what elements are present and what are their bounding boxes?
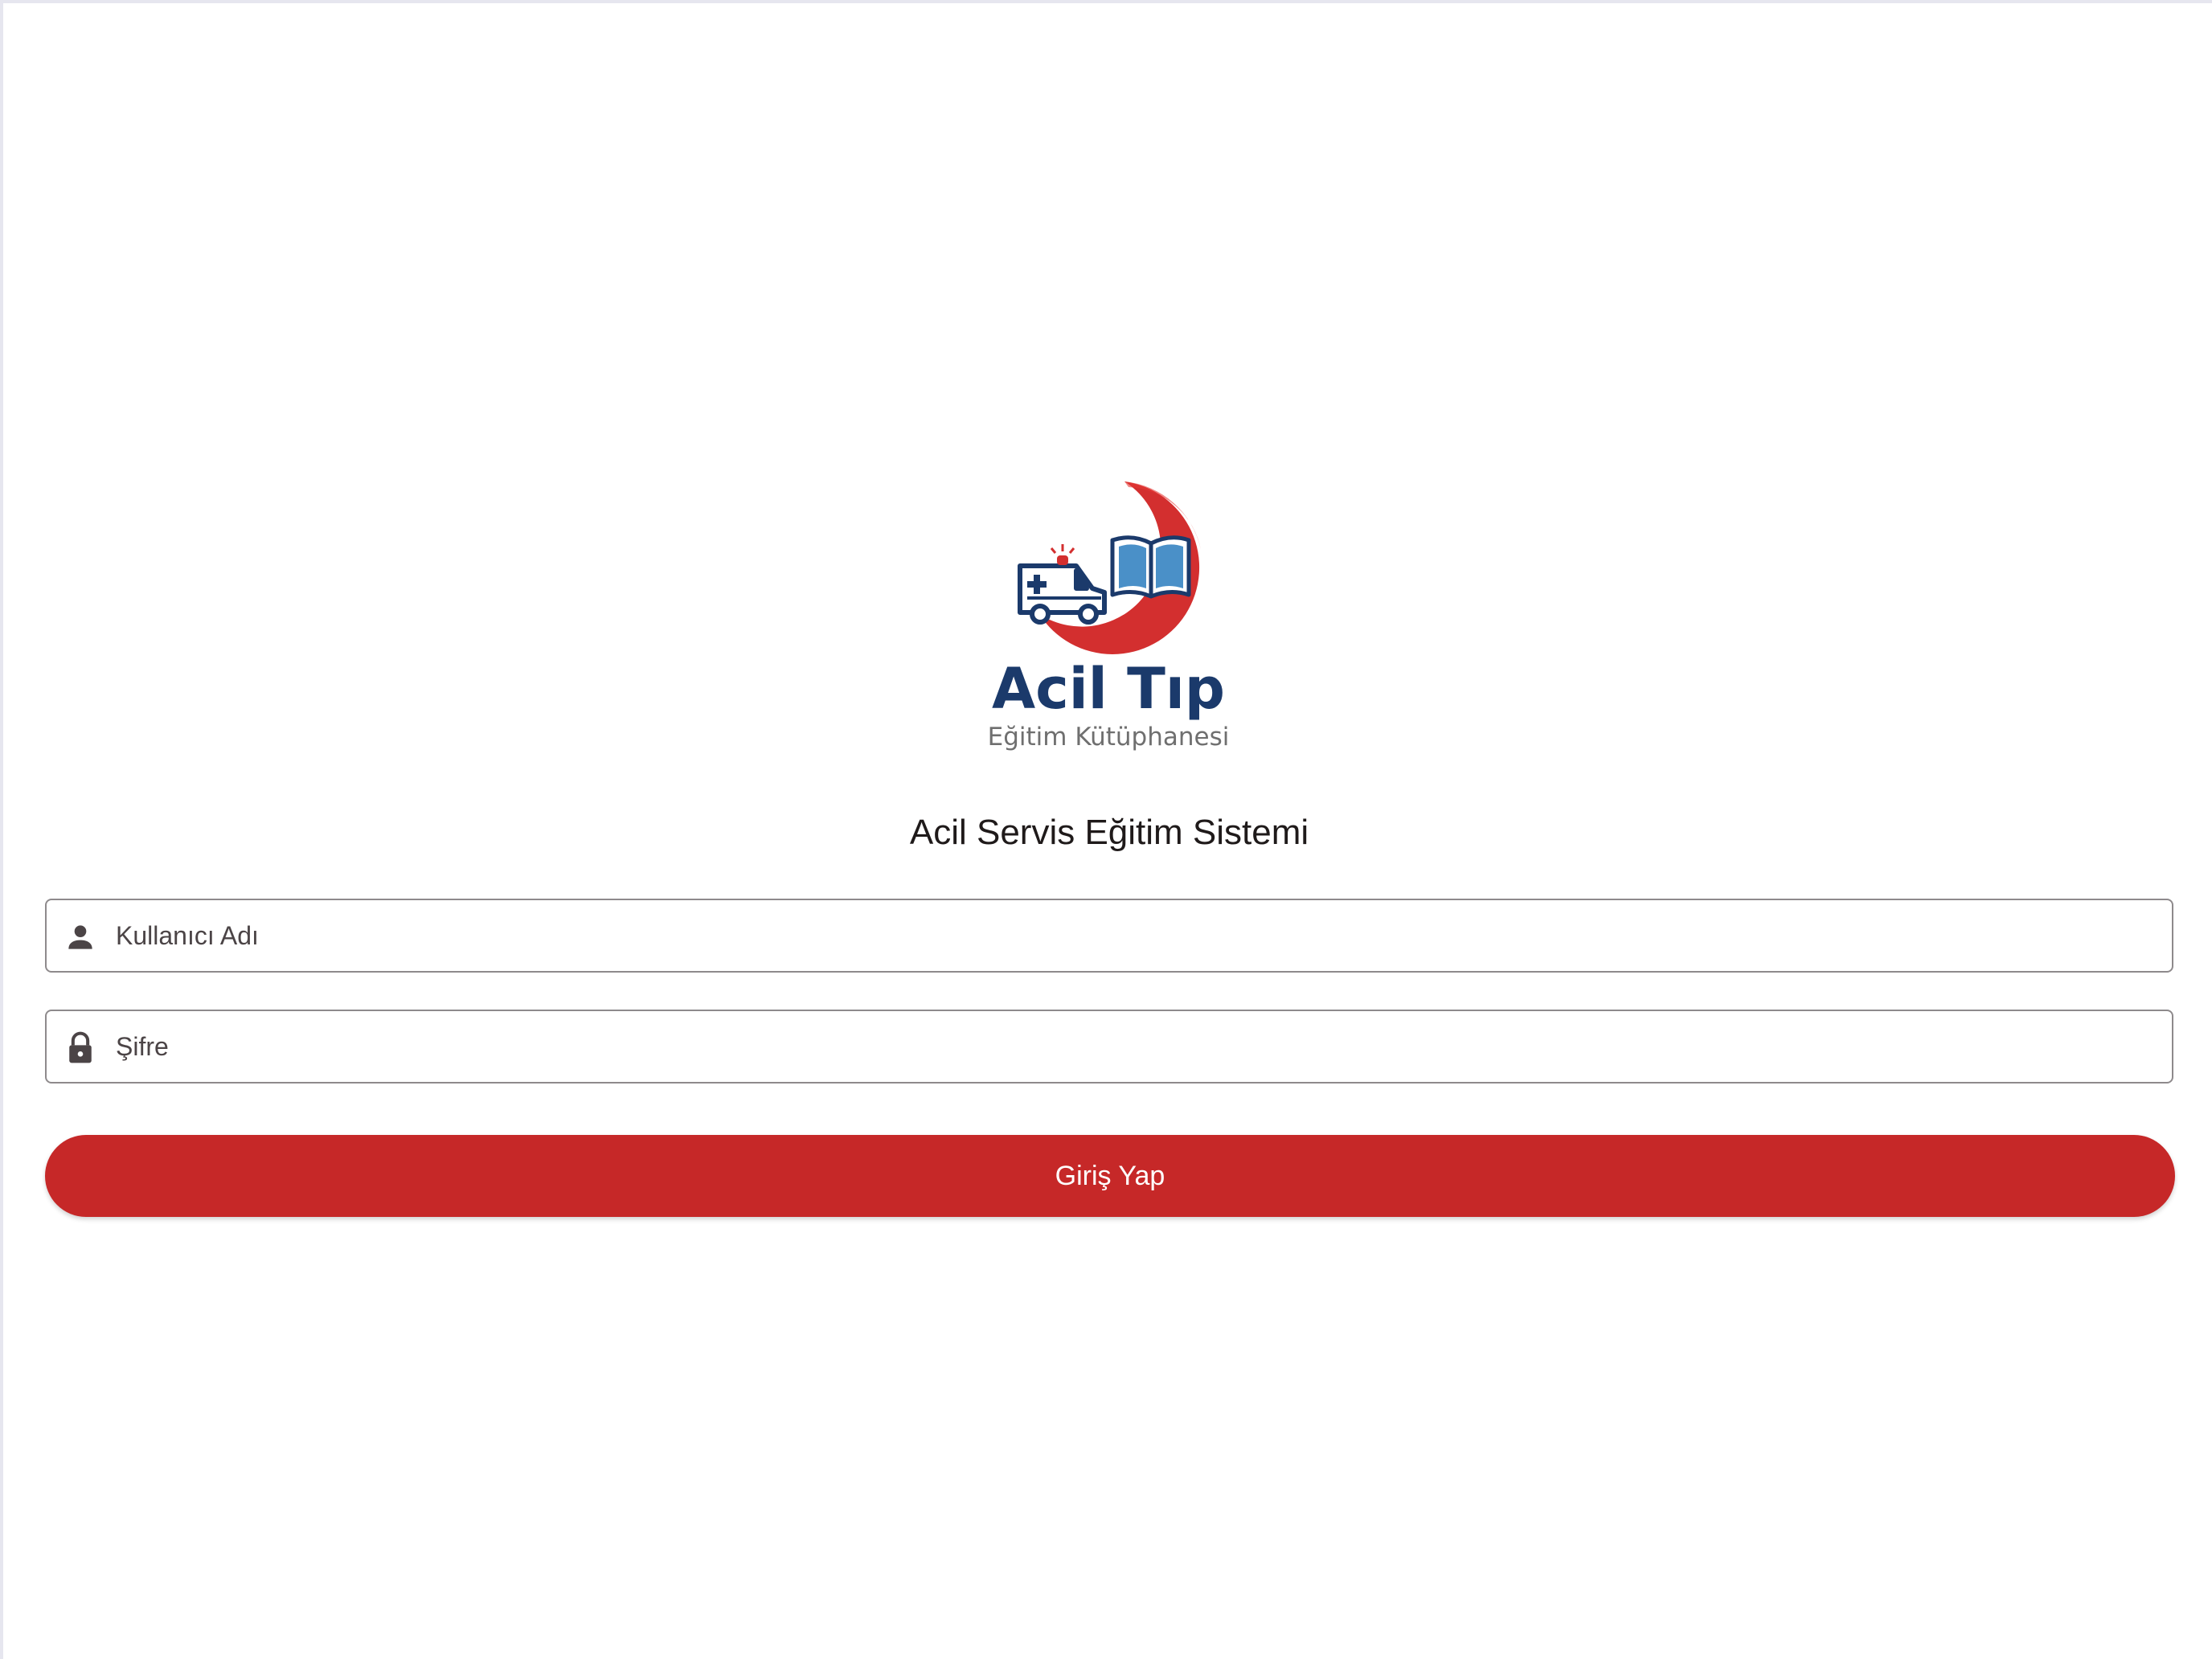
logo-title: Acil Tıp (992, 656, 1225, 722)
password-field[interactable] (45, 1010, 2173, 1083)
person-icon (68, 925, 92, 949)
logo-subtitle: Eğitim Kütüphanesi (987, 723, 1230, 752)
login-screen: Acil Tıp Eğitim Kütüphanesi Acil Servis … (0, 0, 2212, 1659)
username-field[interactable] (45, 899, 2173, 973)
lock-icon (69, 1031, 92, 1063)
password-input[interactable] (116, 1011, 2141, 1082)
page-title: Acil Servis Eğitim Sistemi (909, 813, 1309, 852)
username-input[interactable] (116, 900, 2141, 971)
ambulance-icon (1018, 563, 1107, 625)
book-icon (1110, 535, 1191, 599)
siren-icon (1050, 544, 1075, 565)
login-button[interactable]: Giriş Yap (45, 1135, 2175, 1217)
